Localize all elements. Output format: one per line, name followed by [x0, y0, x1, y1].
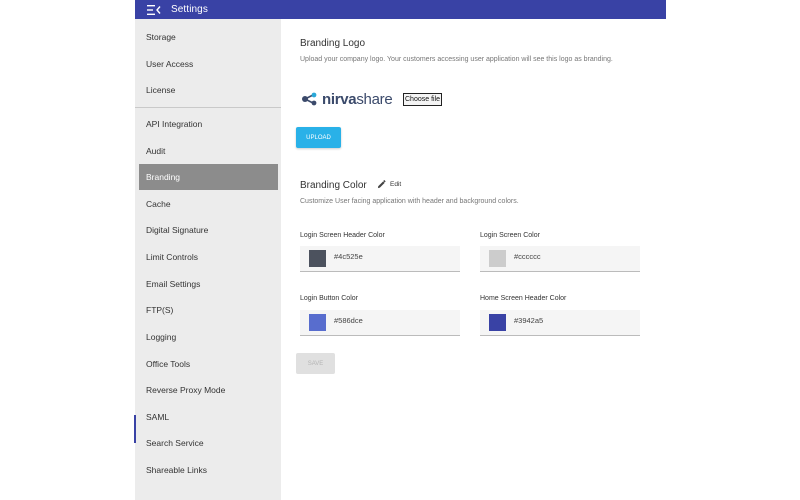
login-button-color-label: Login Button Color — [300, 295, 358, 302]
color-value: #cccccc — [514, 252, 541, 261]
color-swatch[interactable] — [309, 250, 326, 267]
sidebar-item-audit[interactable]: Audit — [139, 138, 278, 164]
edit-label: Edit — [390, 181, 402, 188]
settings-app: Settings Storage User Access License API… — [135, 0, 666, 500]
login-button-color-field[interactable]: #586dce — [300, 310, 460, 336]
logo-text-nirva: nirva — [322, 90, 357, 108]
sidebar-item-branding[interactable]: Branding — [139, 164, 278, 190]
color-swatch[interactable] — [489, 314, 506, 331]
company-logo: nirvashare — [301, 90, 393, 108]
sidebar-item-user-access[interactable]: User Access — [139, 51, 278, 77]
sidebar-item-license[interactable]: License — [139, 77, 278, 103]
home-screen-header-color-field[interactable]: #3942a5 — [480, 310, 640, 336]
color-value: #586dce — [334, 316, 363, 325]
color-value: #3942a5 — [514, 316, 544, 325]
branding-content: Branding Logo Upload your company logo. … — [281, 19, 666, 500]
menu-collapse-icon[interactable] — [147, 4, 161, 16]
sidebar-item-ftps[interactable]: FTP(S) — [139, 297, 278, 323]
sidebar-item-office-tools[interactable]: Office Tools — [139, 351, 278, 377]
sidebar-item-logging[interactable]: Logging — [139, 324, 278, 350]
color-swatch[interactable] — [309, 314, 326, 331]
page-title: Settings — [171, 4, 208, 15]
sidebar-item-email-settings[interactable]: Email Settings — [139, 271, 278, 297]
sidebar-item-storage[interactable]: Storage — [139, 24, 278, 50]
login-screen-color-field[interactable]: #cccccc — [480, 246, 640, 272]
sidebar-item-shareable-links[interactable]: Shareable Links — [139, 457, 278, 483]
sidebar-item-reverse-proxy-mode[interactable]: Reverse Proxy Mode — [139, 377, 278, 403]
choose-file-button[interactable]: Choose file — [403, 93, 443, 106]
edit-button[interactable]: Edit — [377, 180, 401, 189]
sidebar-item-digital-signature[interactable]: Digital Signature — [139, 217, 278, 243]
share-icon — [302, 92, 317, 106]
branding-logo-description: Upload your company logo. Your customers… — [300, 56, 613, 63]
settings-sidebar: Storage User Access License API Integrat… — [135, 19, 281, 500]
branding-color-title: Branding Color — [300, 180, 367, 191]
color-value: #4c525e — [334, 252, 363, 261]
sidebar-item-limit-controls[interactable]: Limit Controls — [139, 244, 278, 270]
color-swatch[interactable] — [489, 250, 506, 267]
login-screen-color-label: Login Screen Color — [480, 232, 540, 239]
login-screen-header-color-field[interactable]: #4c525e — [300, 246, 460, 272]
branding-logo-title: Branding Logo — [300, 38, 366, 49]
logo-wordmark: nirvashare — [322, 90, 393, 108]
scroll-indicator — [134, 415, 136, 443]
app-header: Settings — [135, 0, 666, 19]
sidebar-item-saml[interactable]: SAML — [139, 404, 278, 430]
logo-text-share: share — [356, 90, 393, 108]
branding-color-description: Customize User facing application with h… — [300, 198, 519, 205]
sidebar-item-search-service[interactable]: Search Service — [139, 430, 278, 456]
login-screen-header-color-label: Login Screen Header Color — [300, 232, 385, 239]
home-screen-header-color-label: Home Screen Header Color — [480, 295, 567, 302]
sidebar-item-api-integration[interactable]: API Integration — [139, 111, 278, 137]
sidebar-item-cache[interactable]: Cache — [139, 191, 278, 217]
sidebar-divider — [135, 107, 281, 108]
save-button[interactable]: SAVE — [296, 353, 335, 374]
upload-button[interactable]: UPLOAD — [296, 127, 341, 148]
pencil-icon — [377, 180, 386, 189]
